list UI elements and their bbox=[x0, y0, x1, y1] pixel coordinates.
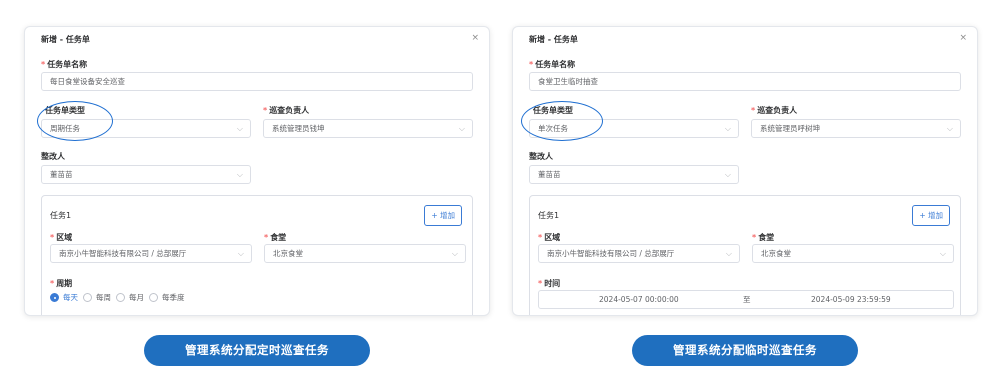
task-name-input[interactable]: 食堂卫生临时抽查 bbox=[529, 72, 961, 91]
chevron-down-icon: ⌵ bbox=[725, 249, 732, 258]
canteen-select[interactable]: 北京食堂 ⌵ bbox=[752, 244, 954, 263]
task-title: 任务1 bbox=[50, 211, 72, 220]
task-type-select[interactable]: 周期任务 ⌵ bbox=[41, 119, 251, 138]
period-radio-group: 每天 每周 每月 每季度 bbox=[50, 292, 185, 303]
rectifier-label: 整改人 bbox=[529, 152, 553, 161]
chevron-down-icon: ⌵ bbox=[724, 170, 731, 179]
chevron-down-icon: ⌵ bbox=[236, 124, 243, 133]
task-type-select[interactable]: 单次任务 ⌵ bbox=[529, 119, 739, 138]
dialog-periodic-task: 新增 - 任务单 × * 任务单名称 每日食堂设备安全巡查 任务单类型 周期任务 ⌵… bbox=[24, 26, 490, 316]
radio-icon bbox=[83, 293, 92, 302]
caption-periodic: 管理系统分配定时巡查任务 bbox=[144, 335, 370, 366]
period-option-daily[interactable]: 每天 bbox=[50, 292, 78, 303]
task-card: 任务1 + 增加 * 区域 南京小牛智能科技有限公司 / 总部展厅 ⌵ * 食堂 北京… bbox=[529, 195, 961, 315]
type-label: 任务单类型 bbox=[533, 106, 573, 115]
close-icon[interactable]: × bbox=[471, 33, 479, 43]
chevron-down-icon: ⌵ bbox=[451, 249, 458, 258]
area-select[interactable]: 南京小牛智能科技有限公司 / 总部展厅 ⌵ bbox=[538, 244, 740, 263]
chevron-down-icon: ⌵ bbox=[946, 124, 953, 133]
period-label: * 周期 bbox=[50, 279, 73, 288]
close-icon[interactable]: × bbox=[959, 33, 967, 43]
time-label: * 时间 bbox=[538, 279, 561, 288]
time-separator: 至 bbox=[743, 295, 751, 304]
time-start: 2024-05-07 00:00:00 bbox=[599, 295, 679, 304]
time-range-picker[interactable]: 2024-05-07 00:00:00 至 2024-05-09 23:59:5… bbox=[538, 290, 954, 309]
rectifier-select[interactable]: 董苗苗 ⌵ bbox=[529, 165, 739, 184]
period-option-quarterly[interactable]: 每季度 bbox=[149, 292, 185, 303]
task-title: 任务1 bbox=[538, 211, 560, 220]
name-label: * 任务单名称 bbox=[41, 60, 88, 69]
chevron-down-icon: ⌵ bbox=[939, 249, 946, 258]
rectifier-select[interactable]: 董苗苗 ⌵ bbox=[41, 165, 251, 184]
dialog-title: 新增 - 任务单 bbox=[529, 35, 578, 44]
inspector-select[interactable]: 系统管理员钱坤 ⌵ bbox=[263, 119, 473, 138]
add-task-button[interactable]: + 增加 bbox=[424, 205, 462, 226]
chevron-down-icon: ⌵ bbox=[724, 124, 731, 133]
chevron-down-icon: ⌵ bbox=[236, 170, 243, 179]
inspector-label: * 巡查负责人 bbox=[751, 106, 798, 115]
name-label: * 任务单名称 bbox=[529, 60, 576, 69]
inspector-select[interactable]: 系统管理员呼树坤 ⌵ bbox=[751, 119, 961, 138]
period-option-monthly[interactable]: 每月 bbox=[116, 292, 144, 303]
inspector-label: * 巡查负责人 bbox=[263, 106, 310, 115]
task-name-input[interactable]: 每日食堂设备安全巡查 bbox=[41, 72, 473, 91]
area-label: * 区域 bbox=[50, 233, 73, 242]
chevron-down-icon: ⌵ bbox=[458, 124, 465, 133]
dialog-title: 新增 - 任务单 bbox=[41, 35, 90, 44]
radio-checked-icon bbox=[50, 293, 59, 302]
caption-temporary: 管理系统分配临时巡查任务 bbox=[632, 335, 858, 366]
chevron-down-icon: ⌵ bbox=[237, 249, 244, 258]
canteen-label: * 食堂 bbox=[752, 233, 775, 242]
type-label: 任务单类型 bbox=[45, 106, 85, 115]
canteen-select[interactable]: 北京食堂 ⌵ bbox=[264, 244, 466, 263]
radio-icon bbox=[116, 293, 125, 302]
period-option-weekly[interactable]: 每周 bbox=[83, 292, 111, 303]
canteen-label: * 食堂 bbox=[264, 233, 287, 242]
radio-icon bbox=[149, 293, 158, 302]
task-card: 任务1 + 增加 * 区域 南京小牛智能科技有限公司 / 总部展厅 ⌵ * 食堂 北京… bbox=[41, 195, 473, 315]
time-end: 2024-05-09 23:59:59 bbox=[811, 295, 891, 304]
rectifier-label: 整改人 bbox=[41, 152, 65, 161]
area-label: * 区域 bbox=[538, 233, 561, 242]
add-task-button[interactable]: + 增加 bbox=[912, 205, 950, 226]
dialog-temporary-task: 新增 - 任务单 × * 任务单名称 食堂卫生临时抽查 任务单类型 单次任务 ⌵ *… bbox=[512, 26, 978, 316]
area-select[interactable]: 南京小牛智能科技有限公司 / 总部展厅 ⌵ bbox=[50, 244, 252, 263]
